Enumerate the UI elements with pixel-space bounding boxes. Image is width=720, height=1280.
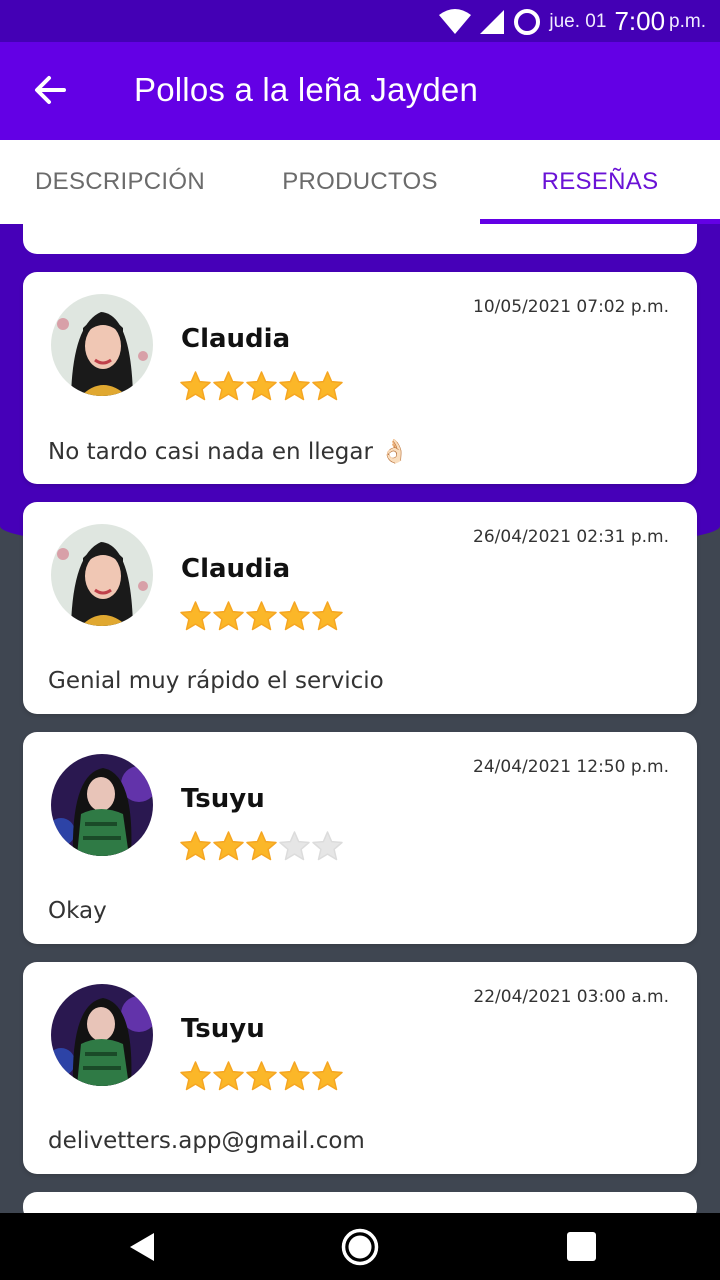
arrow-left-icon <box>35 76 66 104</box>
avatar <box>51 754 153 856</box>
star-filled-icon <box>213 831 244 861</box>
star-filled-icon <box>180 1061 211 1091</box>
wifi-icon <box>439 8 472 34</box>
avatar-tsuyu-image <box>51 984 153 1086</box>
avatar <box>51 524 153 626</box>
review-card: Claudia 10/05/2021 07:02 p.m. No tardo c… <box>23 272 697 484</box>
review-card: Tsuyu 24/04/2021 12:50 p.m. Okay <box>23 732 697 944</box>
back-button[interactable] <box>30 70 70 110</box>
review-text: delivetters.app@gmail.com <box>48 1128 365 1154</box>
star-filled-icon <box>312 1061 343 1091</box>
status-time: 7:00 <box>614 6 666 36</box>
nav-back-button[interactable] <box>124 1227 164 1267</box>
avatar-claudia-image <box>51 294 153 396</box>
star-filled-icon <box>180 601 211 631</box>
star-rating <box>179 830 344 863</box>
avatar-claudia-image <box>51 524 153 626</box>
circle-status-icon <box>514 8 541 35</box>
app-bar: Pollos a la leña Jayden <box>0 42 720 140</box>
status-bar: jue. 01 7:00 p.m. <box>0 0 720 42</box>
back-triangle-icon <box>130 1233 154 1261</box>
review-text: No tardo casi nada en llegar 👌🏻 <box>48 439 409 465</box>
star-filled-icon <box>312 371 343 401</box>
review-card-partial-top <box>23 224 697 254</box>
star-rating <box>179 1060 344 1093</box>
reviewer-name: Claudia <box>181 324 291 354</box>
avatar-tsuyu-image <box>51 754 153 856</box>
tab-descripcion[interactable]: DESCRIPCIÓN <box>0 140 240 224</box>
status-ampm: p.m. <box>669 10 706 32</box>
avatar <box>51 294 153 396</box>
review-date: 22/04/2021 03:00 a.m. <box>473 987 669 1007</box>
review-date: 26/04/2021 02:31 p.m. <box>473 527 669 547</box>
reviewer-name: Tsuyu <box>181 1014 265 1044</box>
signal-icon <box>480 9 505 34</box>
tab-productos[interactable]: PRODUCTOS <box>240 140 480 224</box>
nav-recents-button[interactable] <box>562 1227 602 1267</box>
reviewer-name: Tsuyu <box>181 784 265 814</box>
reviewer-name: Claudia <box>181 554 291 584</box>
star-empty-icon <box>312 831 343 861</box>
star-filled-icon <box>180 371 211 401</box>
home-circle-icon <box>341 1228 379 1266</box>
nav-home-button[interactable] <box>340 1227 380 1267</box>
star-filled-icon <box>180 831 211 861</box>
star-filled-icon <box>246 831 277 861</box>
star-filled-icon <box>213 601 244 631</box>
star-filled-icon <box>312 601 343 631</box>
status-date: jue. 01 <box>549 10 607 32</box>
tab-resenas[interactable]: RESEÑAS <box>480 140 720 224</box>
status-icons: jue. 01 7:00 p.m. <box>439 6 706 37</box>
star-filled-icon <box>246 371 277 401</box>
review-date: 24/04/2021 12:50 p.m. <box>473 757 669 777</box>
star-rating <box>179 600 344 633</box>
review-date: 10/05/2021 07:02 p.m. <box>473 297 669 317</box>
star-filled-icon <box>213 371 244 401</box>
page-title: Pollos a la leña Jayden <box>134 71 478 108</box>
review-text: Genial muy rápido el servicio <box>48 668 384 694</box>
review-card: Tsuyu 22/04/2021 03:00 a.m. delivetters.… <box>23 962 697 1174</box>
star-filled-icon <box>279 601 310 631</box>
star-filled-icon <box>246 1061 277 1091</box>
star-filled-icon <box>213 1061 244 1091</box>
avatar <box>51 984 153 1086</box>
star-filled-icon <box>246 601 277 631</box>
system-nav-bar <box>0 1213 720 1280</box>
review-card: Claudia 26/04/2021 02:31 p.m. Genial muy… <box>23 502 697 714</box>
review-text: Okay <box>48 898 107 924</box>
star-filled-icon <box>279 371 310 401</box>
star-rating <box>179 370 344 403</box>
tab-bar: DESCRIPCIÓN PRODUCTOS RESEÑAS <box>0 140 720 224</box>
star-empty-icon <box>279 831 310 861</box>
star-filled-icon <box>279 1061 310 1091</box>
recents-square-icon <box>567 1232 596 1261</box>
